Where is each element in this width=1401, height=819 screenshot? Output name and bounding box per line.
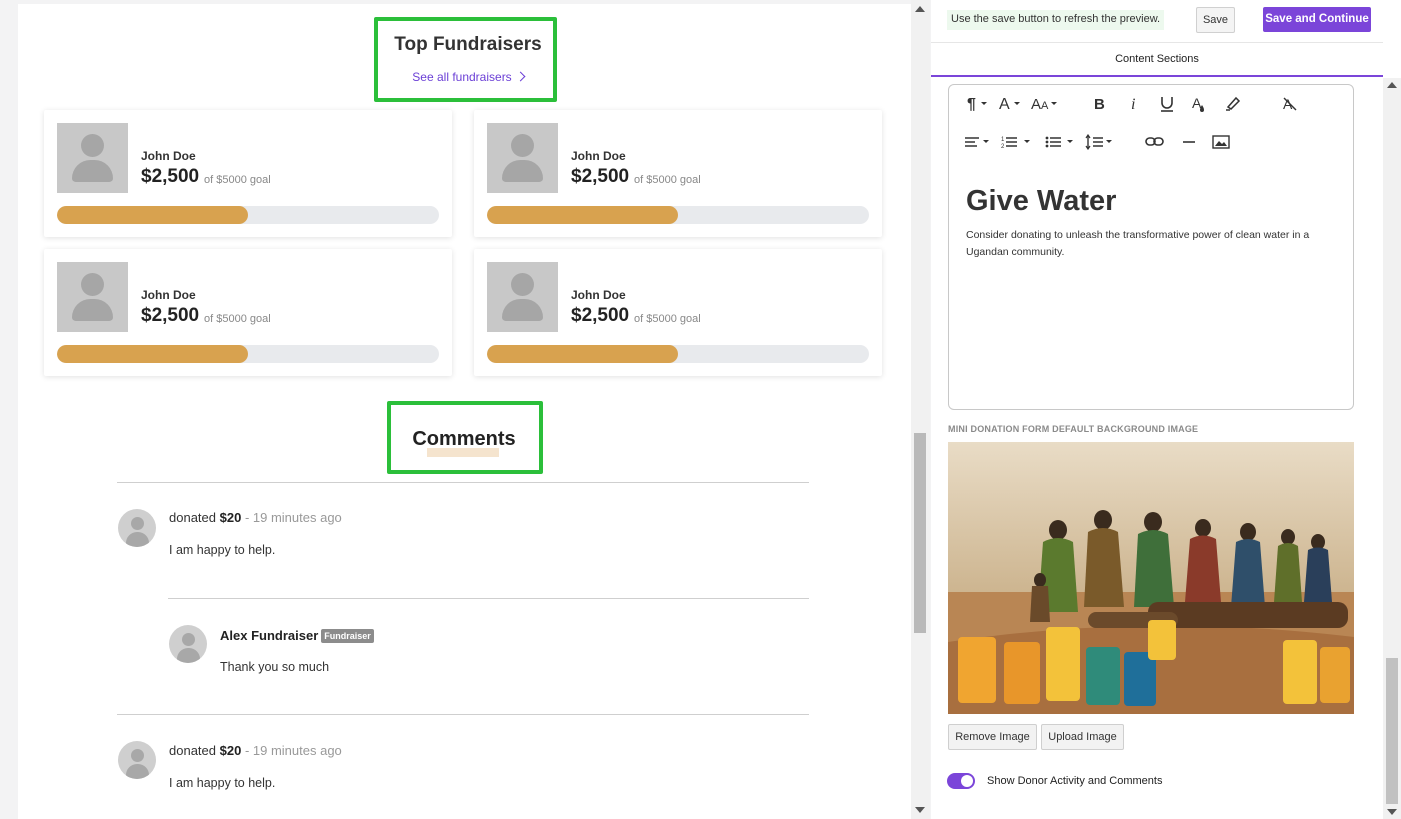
ordered-list-icon[interactable]: 12	[1001, 135, 1031, 149]
svg-text:i: i	[1131, 96, 1135, 111]
comment-meta: donated $20 - 19 minutes ago	[169, 510, 342, 525]
avatar	[169, 625, 207, 663]
scrollbar-thumb[interactable]	[1386, 658, 1398, 804]
fundraiser-name: John Doe	[141, 149, 196, 163]
save-button[interactable]: Save	[1196, 7, 1235, 33]
scroll-up-icon[interactable]	[915, 6, 925, 12]
comment-prefix: donated	[169, 510, 216, 525]
fundraiser-card[interactable]: John Doe $2,500 of $5000 goal	[44, 110, 452, 237]
rich-text-editor[interactable]: ¶ A AA B i A A 1 2 Give Water Consider d…	[948, 84, 1354, 410]
settings-panel: Use the save button to refresh the previ…	[931, 0, 1383, 819]
active-tab-indicator	[931, 75, 1383, 77]
donation-amount: $20	[219, 510, 242, 525]
reply-meta: Alex Fundraiser Fundraiser	[220, 628, 374, 644]
highlight-box	[374, 17, 557, 102]
background-image-preview	[948, 442, 1354, 714]
svg-text:2: 2	[1001, 144, 1005, 149]
avatar	[118, 741, 156, 779]
toggle-knob	[961, 775, 973, 787]
insert-image-icon[interactable]	[1212, 135, 1230, 149]
divider	[168, 598, 809, 599]
editor-heading[interactable]: Give Water	[966, 185, 1116, 218]
fundraiser-goal: of $5000 goal	[204, 313, 271, 325]
comment-time: - 19 minutes ago	[241, 510, 342, 525]
fundraiser-amount: $2,500	[571, 166, 630, 187]
fundraiser-name: John Doe	[141, 288, 196, 302]
tab-bar: Content Sections	[931, 42, 1383, 78]
avatar	[487, 262, 558, 332]
comment-prefix: donated	[169, 743, 216, 758]
svg-text:¶: ¶	[967, 96, 976, 111]
scrollbar-thumb[interactable]	[914, 433, 926, 633]
fundraiser-name: John Doe	[571, 288, 626, 302]
underline-icon[interactable]	[1159, 95, 1175, 113]
remove-image-button[interactable]: Remove Image	[948, 724, 1037, 750]
bold-icon[interactable]: B	[1093, 95, 1107, 111]
svg-text:A: A	[999, 96, 1010, 111]
svg-text:B: B	[1094, 96, 1105, 111]
comment-meta: donated $20 - 19 minutes ago	[169, 743, 342, 758]
progress-bar	[487, 345, 869, 363]
scroll-up-icon[interactable]	[1387, 82, 1397, 88]
avatar	[118, 509, 156, 547]
fundraiser-card[interactable]: John Doe $2,500 of $5000 goal	[474, 249, 882, 376]
preview-scrollbar[interactable]	[911, 0, 930, 819]
image-section-label: MINI DONATION FORM DEFAULT BACKGROUND IM…	[948, 424, 1199, 434]
scroll-down-icon[interactable]	[1387, 809, 1397, 815]
scroll-down-icon[interactable]	[915, 807, 925, 813]
reply-author: Alex Fundraiser	[220, 628, 319, 643]
svg-text:A: A	[1041, 100, 1049, 111]
horizontal-rule-icon[interactable]	[1182, 135, 1196, 149]
progress-bar	[57, 345, 439, 363]
avatar	[487, 123, 558, 193]
comment-time: - 19 minutes ago	[241, 743, 342, 758]
fundraiser-card[interactable]: John Doe $2,500 of $5000 goal	[44, 249, 452, 376]
text-color-icon[interactable]: A	[1191, 95, 1207, 113]
fundraiser-card[interactable]: John Doe $2,500 of $5000 goal	[474, 110, 882, 237]
progress-bar	[57, 206, 439, 224]
link-icon[interactable]	[1145, 135, 1165, 149]
donor-activity-toggle-label: Show Donor Activity and Comments	[987, 775, 1163, 787]
tab-content-sections[interactable]: Content Sections	[931, 43, 1383, 76]
fundraiser-badge: Fundraiser	[321, 629, 374, 643]
fundraiser-goal: of $5000 goal	[204, 174, 271, 186]
editor-body[interactable]: Consider donating to unleash the transfo…	[966, 227, 1336, 261]
highlight-box	[387, 401, 543, 474]
fundraiser-goal: of $5000 goal	[634, 174, 701, 186]
fundraiser-goal: of $5000 goal	[634, 313, 701, 325]
comment-text: I am happy to help.	[169, 543, 276, 557]
fundraiser-amount: $2,500	[571, 305, 630, 326]
save-hint: Use the save button to refresh the previ…	[947, 10, 1165, 30]
donor-activity-toggle[interactable]	[947, 773, 975, 789]
highlight-color-icon[interactable]	[1224, 95, 1242, 111]
comment-text: I am happy to help.	[169, 776, 276, 790]
text-case-icon[interactable]: AA	[1031, 95, 1059, 111]
fundraiser-amount: $2,500	[141, 305, 200, 326]
donation-amount: $20	[219, 743, 242, 758]
paragraph-format-icon[interactable]: ¶	[967, 95, 989, 111]
unordered-list-icon[interactable]	[1045, 135, 1075, 149]
clear-formatting-icon[interactable]: A	[1282, 95, 1298, 111]
divider	[117, 714, 809, 715]
avatar	[57, 123, 128, 193]
save-and-continue-button[interactable]: Save and Continue	[1263, 7, 1371, 32]
fundraiser-name: John Doe	[571, 149, 626, 163]
fundraiser-amount: $2,500	[141, 166, 200, 187]
panel-scrollbar[interactable]	[1383, 78, 1401, 819]
svg-text:1: 1	[1001, 137, 1005, 143]
italic-icon[interactable]: i	[1129, 95, 1141, 111]
progress-bar	[487, 206, 869, 224]
reply-text: Thank you so much	[220, 660, 330, 674]
align-icon[interactable]	[964, 135, 990, 149]
upload-image-button[interactable]: Upload Image	[1041, 724, 1124, 750]
divider	[117, 482, 809, 483]
avatar	[57, 262, 128, 332]
line-height-icon[interactable]	[1085, 134, 1113, 150]
svg-text:A: A	[1031, 96, 1041, 111]
font-size-icon[interactable]: A	[999, 95, 1023, 111]
